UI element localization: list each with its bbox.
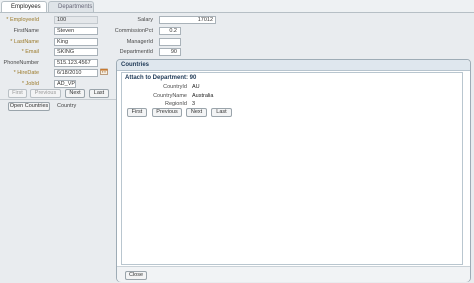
manager-id-label: ManagerId [126, 39, 153, 45]
job-id-label: * JobId [21, 81, 39, 87]
commission-pct-label: CommissionPct [114, 28, 153, 34]
popup-body: Attach to Department: 90 CountryId AU Co… [121, 72, 463, 265]
department-id-field[interactable]: 90 [159, 48, 181, 56]
phone-number-field[interactable]: 515.123.4567 [54, 59, 98, 67]
country-name-label: CountryName [153, 93, 187, 99]
manager-id-field[interactable] [159, 38, 181, 46]
first-button[interactable]: First [8, 89, 27, 98]
popup-footer: Close [117, 266, 470, 282]
previous-button[interactable]: Previous [30, 89, 61, 98]
tab-departments[interactable]: Departments [48, 1, 94, 12]
popup-title: Countries [121, 62, 150, 68]
popup-next-button[interactable]: Next [186, 108, 207, 117]
commission-pct-field[interactable]: 0.2 [159, 27, 181, 35]
attach-section-title: Attach to Department: 90 [125, 75, 197, 81]
countries-popup: Countries Attach to Department: 90 Count… [116, 59, 471, 282]
last-name-label: * LastName [10, 39, 39, 45]
employee-id-label: * EmployeeId [6, 17, 39, 23]
last-name-field[interactable]: King [54, 38, 98, 46]
hire-date-label: * HireDate [13, 70, 39, 76]
country-label: Country [57, 103, 77, 109]
hire-date-field[interactable]: 6/18/2010 [54, 69, 98, 77]
popup-header: Countries [117, 60, 470, 71]
employee-id-field[interactable]: 100 [54, 16, 98, 24]
popup-last-button[interactable]: Last [211, 108, 232, 117]
section-divider [0, 99, 116, 100]
first-name-field[interactable]: Steven [54, 27, 98, 35]
popup-first-button[interactable]: First [127, 108, 147, 117]
last-button[interactable]: Last [89, 89, 109, 98]
open-countries-button[interactable]: Open Countries [8, 102, 50, 111]
tab-bar: Employees Departments [0, 0, 474, 12]
country-id-label: CountryId [163, 84, 187, 90]
phone-number-label: PhoneNumber [3, 60, 39, 66]
country-id-value: AU [192, 84, 200, 90]
salary-field[interactable]: 17012 [159, 16, 216, 24]
region-id-label: RegionId [164, 101, 187, 107]
region-id-value: 3 [192, 101, 196, 107]
popup-previous-button[interactable]: Previous [152, 108, 182, 117]
next-button[interactable]: Next [65, 89, 85, 98]
job-id-field[interactable]: AD_VP [54, 80, 76, 88]
tab-employees[interactable]: Employees [1, 1, 47, 12]
email-field[interactable]: SKING [54, 48, 98, 56]
country-name-value: Australia [192, 93, 214, 99]
department-id-label: DepartmentId [119, 49, 153, 55]
email-label: * Email [21, 49, 39, 55]
first-name-label: FirstName [13, 28, 39, 34]
calendar-icon[interactable] [100, 68, 108, 75]
salary-label: Salary [137, 17, 153, 23]
close-button[interactable]: Close [125, 271, 147, 280]
